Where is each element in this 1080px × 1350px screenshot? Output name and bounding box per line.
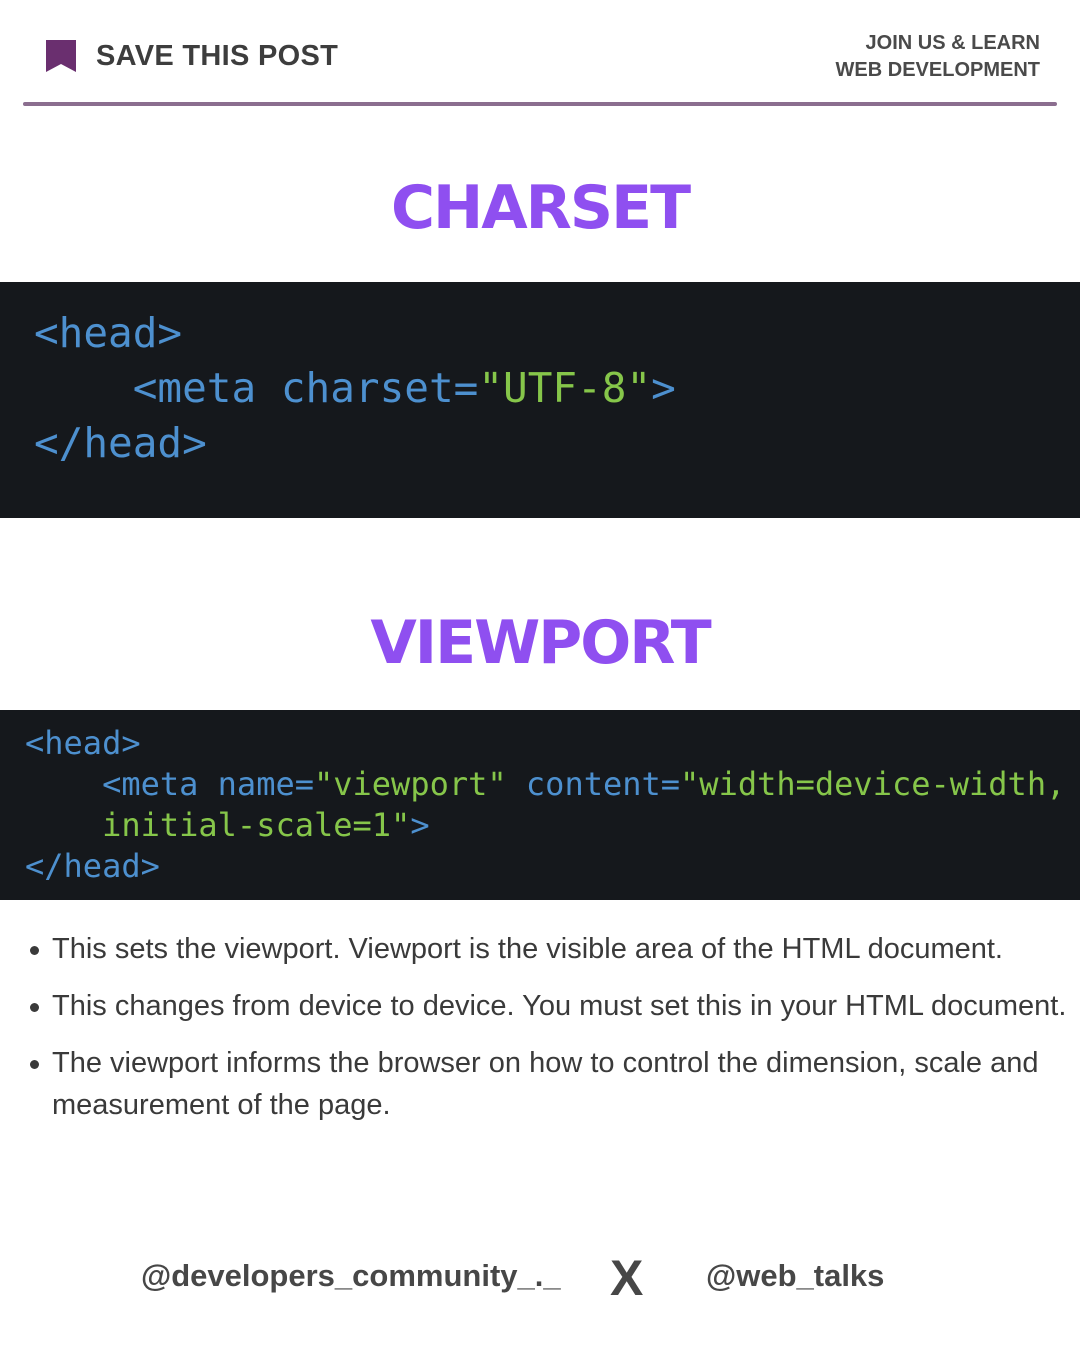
code-line: <meta charset="UTF-8"> [34, 361, 1080, 416]
code-tag: <meta [102, 765, 199, 803]
viewport-code-block: <head> <meta name="viewport" content="wi… [0, 710, 1080, 900]
code-line: </head> [34, 416, 1080, 471]
code-tag: </head> [34, 419, 207, 467]
code-tag: <meta [132, 364, 257, 412]
code-attribute: content= [525, 765, 681, 803]
code-string: "width=device-width, [680, 765, 1066, 803]
code-line: <head> [34, 306, 1080, 361]
charset-title: CHARSET [390, 173, 691, 243]
code-tag: > [651, 364, 676, 412]
code-tag: </head> [25, 847, 160, 885]
bookmark-icon [46, 40, 76, 72]
header-divider [23, 102, 1057, 106]
list-item: This sets the viewport. Viewport is the … [28, 928, 1068, 970]
code-line: </head> [25, 846, 1080, 887]
viewport-title: VIEWPORT [370, 608, 711, 678]
code-line: <head> [25, 723, 1080, 764]
code-attribute: charset= [280, 364, 479, 412]
list-item: This changes from device to device. You … [28, 985, 1068, 1027]
join-line-2: WEB DEVELOPMENT [835, 59, 1040, 81]
save-post-button[interactable]: SAVE THIS POST [44, 36, 338, 76]
viewport-explanation-list: This sets the viewport. Viewport is the … [28, 928, 1068, 1141]
list-item: The viewport informs the browser on how … [28, 1042, 1068, 1126]
handle-web-talks[interactable]: @web_talks [706, 1258, 884, 1294]
handle-developers-community[interactable]: @developers_community_._ [141, 1258, 561, 1294]
charset-code-block: <head> <meta charset="UTF-8"> </head> [0, 282, 1080, 518]
code-string: initial-scale=1" [102, 806, 411, 844]
code-string: "viewport" [313, 765, 507, 803]
code-tag: <head> [34, 309, 183, 357]
join-line-1: JOIN US & LEARN [865, 32, 1040, 54]
code-line: initial-scale=1"> [25, 805, 1080, 846]
join-us-tagline: JOIN US & LEARN WEB DEVELOPMENT [836, 30, 1040, 84]
code-line: <meta name="viewport" content="width=dev… [25, 764, 1080, 805]
collab-separator: X [610, 1250, 644, 1306]
code-string: "UTF-8" [478, 364, 652, 412]
code-tag: > [410, 806, 430, 844]
save-post-label: SAVE THIS POST [96, 39, 339, 72]
code-tag: <head> [25, 724, 141, 762]
code-attribute: name= [217, 765, 314, 803]
